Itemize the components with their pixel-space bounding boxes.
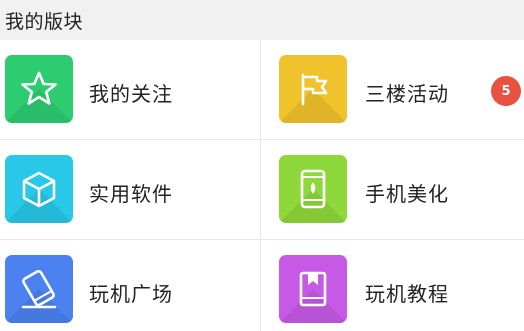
book-icon [299,271,327,307]
forum-item-events[interactable]: 三楼活动 5 [261,40,524,140]
star-icon [21,71,57,105]
tile-useful-software [5,155,73,223]
phone-icon [300,169,326,209]
forum-item-my-follows[interactable]: 我的关注 [0,40,261,140]
forum-item-tutorials[interactable]: 玩机教程 [261,240,524,331]
tile-my-follows [5,55,73,123]
tile-events [279,55,347,123]
tile-tutorials [279,255,347,323]
tablet-pen-icon [21,269,57,309]
forum-item-label: 三楼活动 [365,82,449,106]
forum-item-phone-plaza[interactable]: 玩机广场 [0,240,261,331]
forum-item-label: 玩机教程 [365,282,449,306]
forum-item-label: 玩机广场 [89,282,173,306]
forum-item-phone-themes[interactable]: 手机美化 [261,140,524,240]
forum-item-useful-software[interactable]: 实用软件 [0,140,261,240]
section-title: 我的版块 [5,10,84,33]
section-header: 我的版块 [0,0,524,40]
notification-badge: 5 [491,76,521,106]
tile-phone-themes [279,155,347,223]
flag-icon [301,73,328,106]
forum-item-label: 实用软件 [89,182,173,206]
tile-phone-plaza [5,255,73,323]
forum-item-label: 我的关注 [89,82,173,106]
cube-icon [22,171,56,208]
forum-item-label: 手机美化 [365,182,449,206]
forum-grid: 我的关注 三楼活动 5 实用软件 手机美化 玩机广场 玩机教程 [0,40,524,331]
